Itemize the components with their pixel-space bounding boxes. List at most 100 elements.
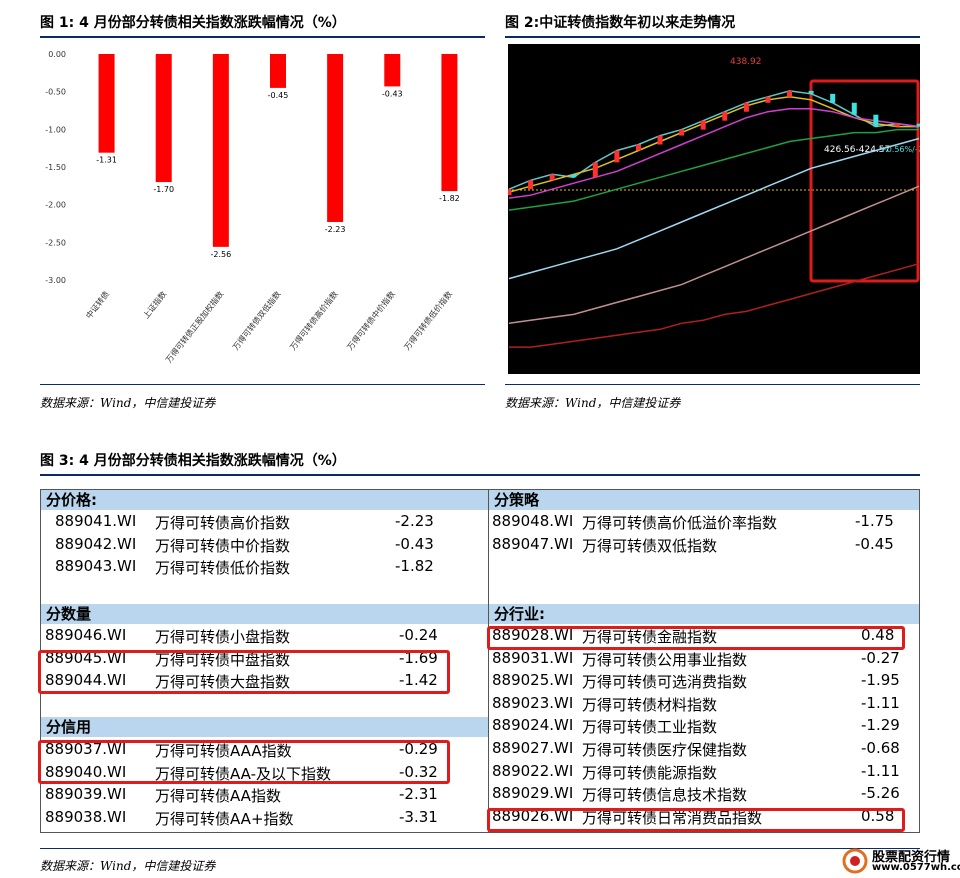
bar-value-label: -0.43 <box>382 89 403 98</box>
row-value: -2.23 <box>395 512 434 530</box>
series-line <box>508 137 920 280</box>
highlight-consumer-row <box>487 808 905 832</box>
row-name: 万得可转债双低指数 <box>582 536 718 555</box>
x-category-label: 万得可转债高价指数 <box>288 289 340 352</box>
row-name: 万得可转债AA指数 <box>155 787 281 806</box>
bar-value-label: -1.31 <box>96 156 117 165</box>
highlight-financial-row <box>487 626 905 650</box>
header-size: 分数量 <box>41 604 488 624</box>
row-name: 万得可转债中价指数 <box>155 536 291 555</box>
row-code: 889025.WI <box>492 671 574 690</box>
y-tick-label: -1.50 <box>45 163 66 172</box>
candle <box>894 123 900 127</box>
row-code: 889042.WI <box>55 534 137 553</box>
candle <box>700 120 706 130</box>
fig2-label-pct: +0.56%/-2.3 <box>880 145 920 154</box>
header-strategy: 分策略 <box>489 490 919 510</box>
candle <box>722 111 728 121</box>
row-name: 万得可转债公用事业指数 <box>582 650 748 669</box>
row-code: 889031.WI <box>492 648 574 667</box>
candle <box>592 162 598 178</box>
row-value: -2.31 <box>399 785 438 804</box>
row-name: 万得可转债高价低溢价率指数 <box>582 514 778 532</box>
row-value: -0.45 <box>855 534 894 553</box>
row-name: 万得可转债材料指数 <box>582 695 718 714</box>
bar <box>327 54 344 222</box>
candle <box>549 174 555 181</box>
watermark-logo-icon <box>842 848 868 874</box>
candle <box>679 129 685 136</box>
candle <box>765 96 771 103</box>
candle <box>657 135 663 145</box>
row-code: 889023.WI <box>492 693 574 712</box>
row-value: -0.43 <box>395 534 434 553</box>
fig1-bar-chart: 0.00 -0.50 -1.00 -1.50 -2.00 -2.50 -3.00 -1.31 中… <box>45 50 460 365</box>
x-category-label: 上证指数 <box>141 289 169 320</box>
fig3-source: 数据来源：Wind，中信建投证券 <box>40 859 216 873</box>
y-tick-label: -1.00 <box>45 125 66 134</box>
bar <box>212 54 229 247</box>
bar-value-label: -2.23 <box>325 225 346 234</box>
fig2-bottom-rule <box>505 384 920 385</box>
row-value: -0.24 <box>399 626 438 644</box>
y-tick-label: -2.00 <box>45 201 66 210</box>
candle <box>873 114 879 127</box>
candle <box>830 93 836 103</box>
row-value: -1.29 <box>861 716 900 735</box>
fig2-top-rule <box>505 36 920 38</box>
table-divider <box>488 490 489 832</box>
row-name: 万得可转债小盘指数 <box>155 628 291 646</box>
row-name: 万得可转债医疗保健指数 <box>582 741 748 759</box>
row-code: 889048.WI <box>492 512 574 530</box>
highlight-credit-rows <box>38 740 450 784</box>
row-name: 万得可转债能源指数 <box>582 763 718 782</box>
row-name: 万得可转债工业指数 <box>582 718 718 737</box>
bar-value-label: -1.70 <box>153 185 174 194</box>
candle <box>916 123 920 127</box>
row-value: -0.27 <box>861 648 900 667</box>
series-line <box>509 262 920 348</box>
fig3-bottom-rule <box>40 848 920 849</box>
watermark-url: www.0577wh.com <box>872 862 960 873</box>
row-code: 889029.WI <box>492 784 574 803</box>
candle <box>851 102 857 115</box>
row-value: -1.95 <box>861 671 900 690</box>
bar <box>270 54 286 88</box>
header-industry: 分行业: <box>489 604 919 624</box>
fig2-line-chart: 438.92 426.56-424.57 +0.56%/-2.3 <box>508 44 920 374</box>
bar <box>98 54 115 153</box>
row-code: 889043.WI <box>55 557 137 576</box>
row-value: -5.26 <box>861 784 900 803</box>
bar <box>155 54 172 183</box>
bar <box>384 54 401 87</box>
row-code: 889024.WI <box>492 716 574 735</box>
x-category-label: 万得可转债双低指数 <box>230 289 282 352</box>
row-code: 889047.WI <box>492 534 574 553</box>
y-tick-label: -3.00 <box>45 276 66 285</box>
header-credit: 分信用 <box>41 717 488 737</box>
bar-value-label: -0.45 <box>268 91 289 100</box>
x-category-label: 万得可转债低价指数 <box>402 289 454 352</box>
row-code: 889039.WI <box>45 785 127 804</box>
row-name: 万得可转债高价指数 <box>155 514 291 532</box>
candle <box>787 90 793 97</box>
y-tick-label: -0.50 <box>45 88 66 97</box>
row-value: -1.11 <box>861 693 900 712</box>
row-value: -1.75 <box>855 512 894 530</box>
series-line <box>508 128 919 211</box>
series-line <box>508 185 920 325</box>
fig3-table: 分价格: 分策略 分数量 分行业: 分信用 889041.WI 万得可转债高价指数… <box>38 489 920 833</box>
x-category-label: 中证转债 <box>84 289 112 320</box>
row-code: 889022.WI <box>492 761 574 780</box>
row-name: 万得可转债低价指数 <box>155 559 291 578</box>
row-value: -0.68 <box>861 739 900 757</box>
fig1-bottom-rule <box>40 384 485 385</box>
fig3-top-rule <box>40 474 920 476</box>
candle <box>614 150 620 163</box>
row-value: -3.31 <box>399 807 438 826</box>
candle <box>635 144 641 151</box>
bar-value-label: -2.56 <box>211 250 232 259</box>
bar-value-label: -1.82 <box>439 194 460 203</box>
row-code: 889041.WI <box>55 512 137 530</box>
candle <box>571 174 577 178</box>
